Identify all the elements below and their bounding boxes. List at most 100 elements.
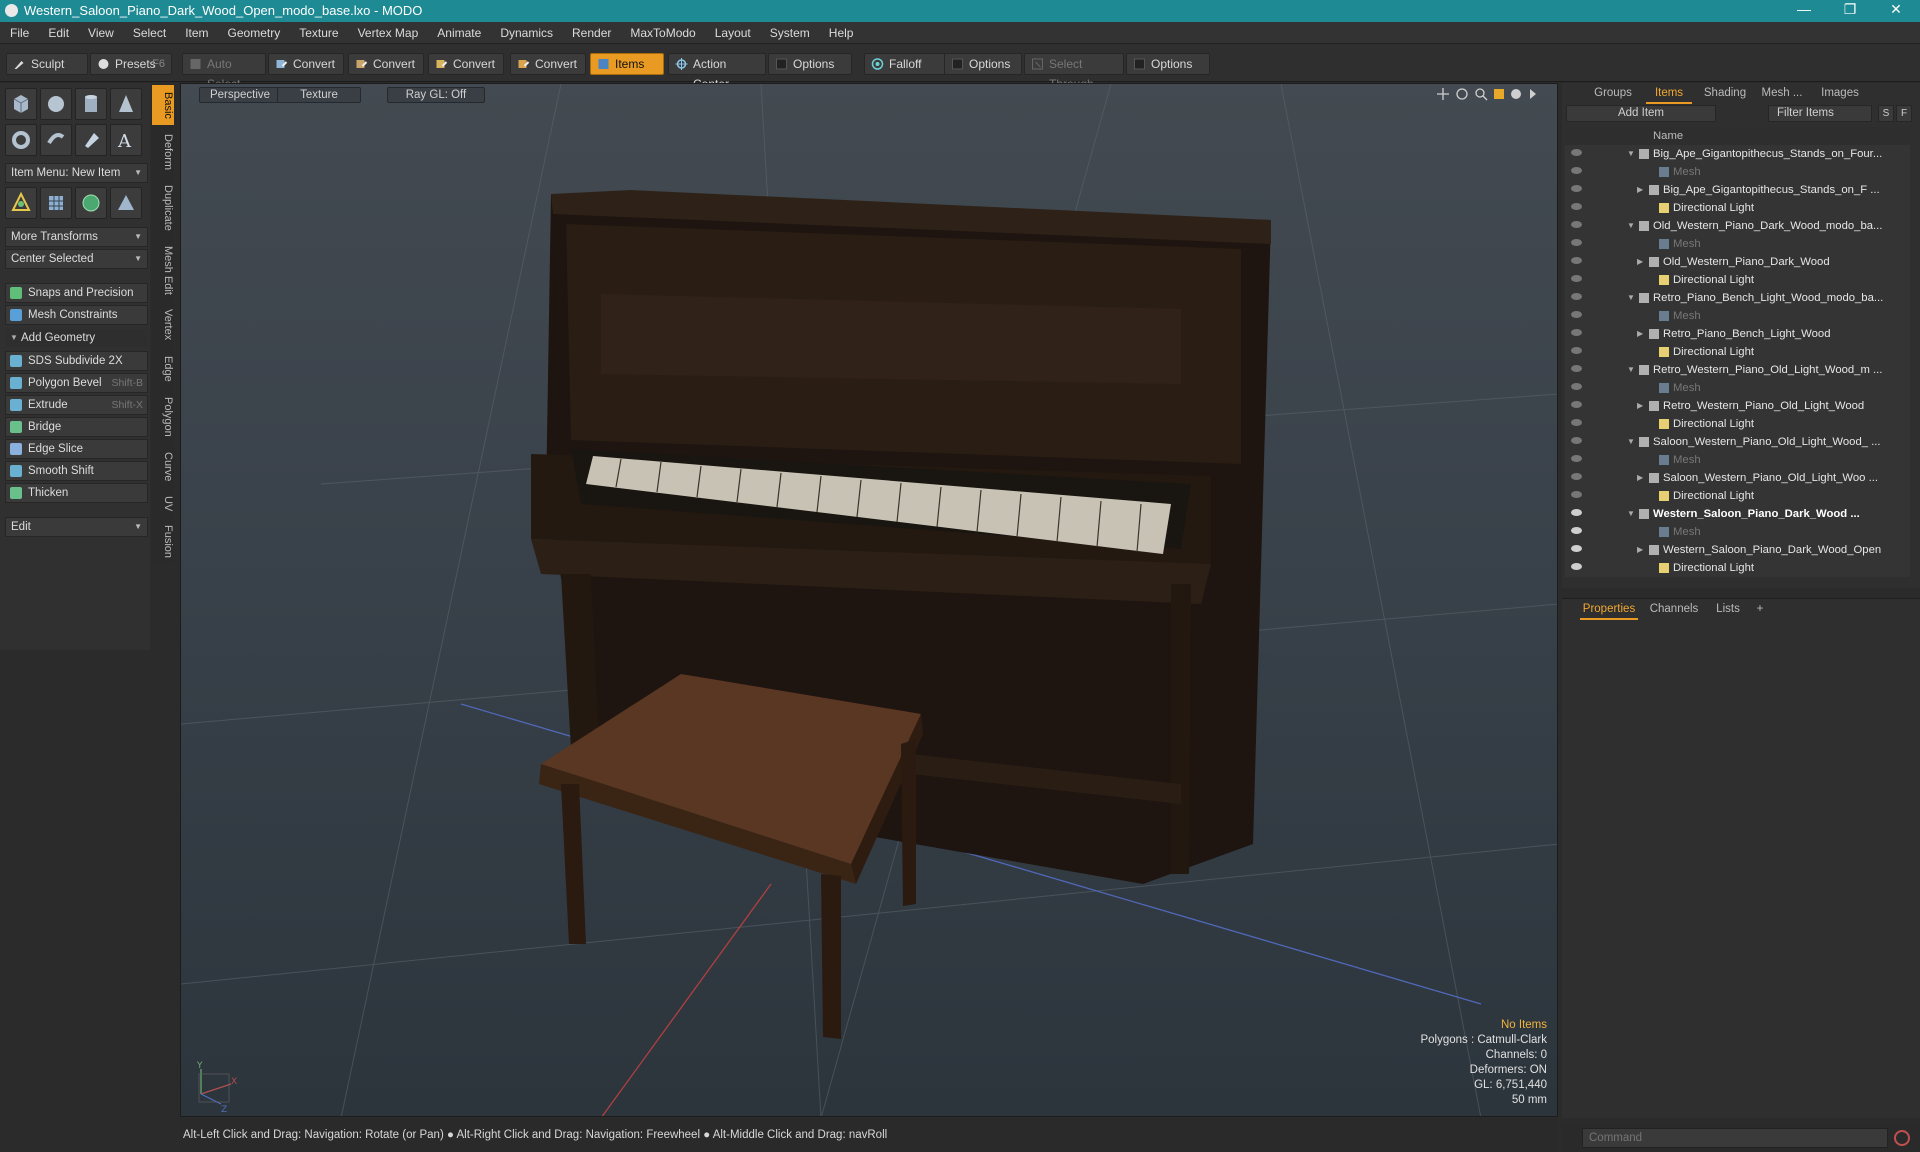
vtab-polygon[interactable]: Polygon (152, 391, 174, 443)
close-button[interactable]: ✕ (1876, 1, 1916, 18)
visibility-eye-icon[interactable] (1571, 347, 1582, 354)
expand-arrow-icon[interactable]: ▶ (1637, 181, 1643, 199)
visibility-eye-icon[interactable] (1571, 257, 1582, 264)
tree-mesh-row[interactable]: Mesh (1565, 523, 1910, 541)
tree-mesh-row[interactable]: Mesh (1565, 307, 1910, 325)
visibility-eye-icon[interactable] (1571, 509, 1582, 516)
pen-tool-button[interactable] (75, 124, 107, 156)
tool-extrude[interactable]: Extrude Shift-X (5, 395, 148, 415)
visibility-eye-icon[interactable] (1571, 275, 1582, 282)
tree-scene-row[interactable]: ▼ Old_Western_Piano_Dark_Wood_modo_ba... (1565, 217, 1910, 235)
menu-vertex-map[interactable]: Vertex Map (348, 22, 428, 40)
tool-bridge[interactable]: Bridge (5, 417, 148, 437)
tree-scene-row[interactable]: ▼ Western_Saloon_Piano_Dark_Wood ... (1565, 505, 1910, 523)
menu-dynamics[interactable]: Dynamics (490, 22, 562, 40)
tree-item-row[interactable]: ▶ Retro_Western_Piano_Old_Light_Wood (1565, 397, 1910, 415)
menu-geometry[interactable]: Geometry (218, 22, 290, 40)
tree-item-row[interactable]: ▶ Western_Saloon_Piano_Dark_Wood_Open (1565, 541, 1910, 559)
options-button-1[interactable]: Options (768, 53, 852, 75)
grid-button[interactable] (40, 187, 72, 219)
vtab-mesh-edit[interactable]: Mesh Edit (152, 241, 174, 299)
collapse-arrow-icon[interactable]: ▼ (1627, 361, 1635, 379)
vtab-vertex[interactable]: Vertex (152, 303, 174, 347)
visibility-eye-icon[interactable] (1571, 149, 1582, 156)
vtab-duplicate[interactable]: Duplicate (152, 179, 174, 237)
visibility-eye-icon[interactable] (1571, 185, 1582, 192)
visibility-eye-icon[interactable] (1571, 239, 1582, 246)
expand-arrow-icon[interactable]: ▶ (1637, 325, 1643, 343)
tool-thicken[interactable]: Thicken (5, 483, 148, 503)
cylinder-primitive-button[interactable] (75, 88, 107, 120)
center-selected-dropdown[interactable]: Center Selected (5, 249, 148, 269)
convert-button-2[interactable]: Convert (348, 53, 424, 75)
visibility-eye-icon[interactable] (1571, 455, 1582, 462)
visibility-eye-icon[interactable] (1571, 365, 1582, 372)
action-center-button[interactable]: Action Center (668, 53, 766, 91)
menu-system[interactable]: System (760, 22, 819, 40)
tree-scene-row[interactable]: ▼ Retro_Piano_Bench_Light_Wood_modo_ba... (1565, 289, 1910, 307)
menu-file[interactable]: File (0, 22, 38, 40)
auto-select-button[interactable]: Auto Select (182, 53, 266, 91)
visibility-eye-icon[interactable] (1571, 203, 1582, 210)
select-through-button[interactable]: Select Through (1024, 53, 1124, 91)
globe-button[interactable] (75, 187, 107, 219)
tool-polygon-bevel[interactable]: Polygon Bevel Shift-B (5, 373, 148, 393)
vtab-basic[interactable]: Basic (152, 85, 174, 125)
tree-scene-row[interactable]: ▼ Retro_Western_Piano_Old_Light_Wood_m ..… (1565, 361, 1910, 379)
collapse-arrow-icon[interactable]: ▼ (1627, 505, 1635, 523)
tab-shading[interactable]: Shading (1698, 85, 1752, 102)
collapse-arrow-icon[interactable]: ▼ (1627, 289, 1635, 307)
vtab-edge[interactable]: Edge (152, 351, 174, 387)
name-column-header[interactable]: Name (1653, 127, 1683, 145)
tree-mesh-row[interactable]: Mesh (1565, 451, 1910, 469)
tree-scene-row[interactable]: ▼ Saloon_Western_Piano_Old_Light_Wood_ ..… (1565, 433, 1910, 451)
visibility-eye-icon[interactable] (1571, 563, 1582, 570)
s-filter-button[interactable]: S (1878, 105, 1894, 122)
3d-viewport[interactable]: Perspective Texture Ray GL: Off Y X Z No… (180, 83, 1558, 1117)
visibility-eye-icon[interactable] (1571, 221, 1582, 228)
tree-light-row[interactable]: Directional Light (1565, 559, 1910, 577)
snaps-precision-button[interactable]: Snaps and Precision (5, 283, 148, 303)
sculpt-button[interactable]: Sculpt (6, 53, 88, 75)
tree-light-row[interactable]: Directional Light (1565, 343, 1910, 361)
sphere-primitive-button[interactable] (40, 88, 72, 120)
tree-item-row[interactable]: ▶ Saloon_Western_Piano_Old_Light_Woo ... (1565, 469, 1910, 487)
minimize-button[interactable]: — (1784, 1, 1824, 17)
collapse-arrow-icon[interactable]: ▼ (1627, 433, 1635, 451)
cube-primitive-button[interactable] (5, 88, 37, 120)
options-button-3[interactable]: Options (1126, 53, 1210, 75)
tree-mesh-row[interactable]: Mesh (1565, 163, 1910, 181)
tool-edge-slice[interactable]: Edge Slice (5, 439, 148, 459)
convert-button-3[interactable]: Convert (428, 53, 504, 75)
tree-item-row[interactable]: ▶ Big_Ape_Gigantopithecus_Stands_on_F ... (1565, 181, 1910, 199)
menu-edit[interactable]: Edit (38, 22, 78, 40)
tree-light-row[interactable]: Directional Light (1565, 199, 1910, 217)
tab-groups[interactable]: Groups (1586, 85, 1640, 102)
tab-mesh[interactable]: Mesh ... (1754, 85, 1810, 102)
torus-primitive-button[interactable] (5, 124, 37, 156)
f-filter-button[interactable]: F (1896, 105, 1912, 122)
tree-item-row[interactable]: ▶ Old_Western_Piano_Dark_Wood (1565, 253, 1910, 271)
text-tool-button[interactable]: A (110, 124, 142, 156)
add-geometry-header[interactable]: Add Geometry (5, 329, 148, 347)
visibility-eye-icon[interactable] (1571, 311, 1582, 318)
visibility-eye-icon[interactable] (1571, 401, 1582, 408)
visibility-eye-icon[interactable] (1571, 329, 1582, 336)
presets-button[interactable]: Presets F6 (90, 53, 172, 75)
add-item-dropdown[interactable]: Add Item (1566, 105, 1716, 122)
item-tree[interactable]: Name ▼ Big_Ape_Gigantopithecus_Stands_on_… (1565, 127, 1910, 577)
mesh-constraints-button[interactable]: Mesh Constraints (5, 305, 148, 325)
menu-view[interactable]: View (78, 22, 123, 40)
add-tab-button[interactable]: + (1752, 601, 1768, 618)
vtab-fusion[interactable]: Fusion (152, 521, 174, 563)
expand-arrow-icon[interactable]: ▶ (1637, 253, 1643, 271)
tree-light-row[interactable]: Directional Light (1565, 271, 1910, 289)
convert-button-1[interactable]: Convert (268, 53, 344, 75)
edit-dropdown[interactable]: Edit (5, 517, 148, 537)
tree-item-row[interactable]: ▶ Retro_Piano_Bench_Light_Wood (1565, 325, 1910, 343)
vtab-curve[interactable]: Curve (152, 447, 174, 487)
cone-primitive-button[interactable] (110, 88, 142, 120)
visibility-eye-icon[interactable] (1571, 419, 1582, 426)
tab-lists[interactable]: Lists (1708, 601, 1748, 618)
visibility-eye-icon[interactable] (1571, 167, 1582, 174)
